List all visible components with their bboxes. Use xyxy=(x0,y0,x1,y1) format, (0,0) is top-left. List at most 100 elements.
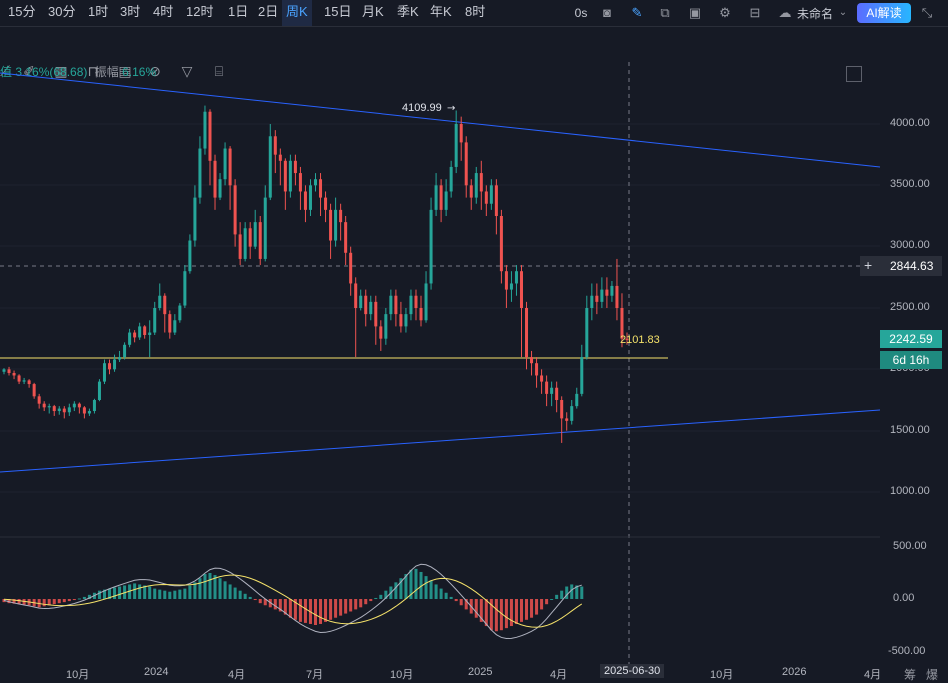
timeframe-tab[interactable]: 30分 xyxy=(48,0,75,26)
macd-bar xyxy=(504,599,508,629)
save-icon[interactable]: ▣ xyxy=(686,4,704,22)
crosshair-price-tag: + 2844.63 xyxy=(860,256,942,276)
timeframe-tab[interactable]: 2日 xyxy=(258,0,278,26)
candle-body xyxy=(128,332,132,345)
burst-icon[interactable]: 爆 xyxy=(926,666,938,683)
candle-body xyxy=(615,285,619,308)
macd-bar xyxy=(238,590,242,599)
candle-body xyxy=(293,160,297,174)
price-chart[interactable]: → xyxy=(0,58,948,668)
candle-body xyxy=(213,160,217,198)
layout-name[interactable]: 未命名 xyxy=(797,5,833,22)
candle-body xyxy=(530,357,534,364)
candle-body xyxy=(600,289,604,302)
timeframe-tab[interactable]: 季K xyxy=(397,0,419,26)
layout-icon[interactable]: ⊟ xyxy=(746,4,764,22)
candle-body xyxy=(102,363,106,382)
macd-bar xyxy=(253,599,257,601)
timeframe-tab[interactable]: 月K xyxy=(362,0,384,26)
candle-body xyxy=(479,173,483,192)
candle-body xyxy=(32,384,36,397)
candle-body xyxy=(384,314,388,339)
price-axis-label: 4000.00 xyxy=(890,117,930,129)
candle-body xyxy=(324,197,328,210)
macd-bar xyxy=(113,587,117,599)
timeframe-tab[interactable]: 8时 xyxy=(465,0,485,26)
timeframe-tab[interactable]: 1时 xyxy=(88,0,108,26)
candle-body xyxy=(283,160,287,192)
fullscreen-icon[interactable]: ⧉ xyxy=(656,4,674,22)
chip-icon[interactable]: 筹 xyxy=(904,666,916,683)
timeframe-tab[interactable]: 15日 xyxy=(324,0,351,26)
candle-body xyxy=(509,283,513,290)
macd-bar xyxy=(570,584,574,599)
macd-bar xyxy=(198,578,202,599)
macd-bar xyxy=(555,594,559,599)
cloud-icon[interactable]: ☁ xyxy=(776,4,794,22)
candle-body xyxy=(334,209,338,241)
macd-bar xyxy=(148,586,152,599)
pencil-icon[interactable]: ✎ xyxy=(628,4,646,22)
candle-body xyxy=(595,295,599,302)
candle-body xyxy=(404,314,408,327)
ai-interpret-button[interactable]: AI解读 xyxy=(857,3,911,23)
macd-bar xyxy=(434,584,438,599)
chevron-down-icon[interactable]: ⌄ xyxy=(834,4,852,22)
candle-body xyxy=(444,191,448,210)
macd-bar xyxy=(42,599,46,607)
expand-icon[interactable]: ⤡ xyxy=(918,4,936,22)
macd-bar xyxy=(67,599,71,602)
candle-body xyxy=(158,295,162,308)
candle-body xyxy=(454,124,458,167)
timeframe-tab[interactable]: 15分 xyxy=(8,0,35,26)
time-axis-label: 2026 xyxy=(782,666,807,678)
timeframe-tab[interactable]: 1日 xyxy=(228,0,248,26)
macd-bar xyxy=(364,599,368,605)
timeframe-tab[interactable]: 3时 xyxy=(120,0,140,26)
candle-body xyxy=(555,387,559,400)
macd-axis-label: -500.00 xyxy=(888,645,926,657)
candle-body xyxy=(12,373,16,376)
candle-body xyxy=(203,111,207,149)
candle-body xyxy=(37,396,41,404)
macd-bar xyxy=(474,599,478,618)
candle-body xyxy=(469,185,473,198)
macd-bar xyxy=(62,599,66,603)
time-axis-label: 7月 xyxy=(306,669,324,681)
macd-bar xyxy=(354,599,358,610)
macd-bar xyxy=(334,599,338,618)
macd-bar xyxy=(273,599,277,610)
candle-body xyxy=(525,308,529,358)
candle-body xyxy=(118,357,122,360)
candle-body xyxy=(409,295,413,315)
plus-icon[interactable]: + xyxy=(864,257,872,273)
candle-body xyxy=(263,197,267,259)
candle-body xyxy=(354,283,358,308)
candle-body xyxy=(273,136,277,155)
candle-body xyxy=(545,381,549,394)
candle-body xyxy=(504,271,508,290)
timeframe-tab[interactable]: 12时 xyxy=(186,0,213,26)
timeframe-tab[interactable]: 年K xyxy=(430,0,452,26)
macd-bar xyxy=(525,599,529,620)
candle-body xyxy=(67,407,71,413)
candle-body xyxy=(193,197,197,241)
candle-body xyxy=(494,185,498,216)
candle-body xyxy=(173,320,177,333)
timeframe-tab[interactable]: 周K xyxy=(282,0,312,26)
macd-bar xyxy=(168,591,172,599)
candle-body xyxy=(143,326,147,335)
candle-body xyxy=(349,252,353,284)
macd-bar xyxy=(178,589,182,599)
candle-body xyxy=(168,314,172,333)
macd-bar xyxy=(52,599,56,605)
macd-bar xyxy=(153,588,157,599)
candle-body xyxy=(123,344,127,358)
timeframe-tab[interactable]: 4时 xyxy=(153,0,173,26)
candle-body xyxy=(62,408,66,413)
settings-icon[interactable]: ⚙ xyxy=(716,4,734,22)
camera-icon[interactable]: ◙ xyxy=(598,4,616,22)
candle-body xyxy=(243,228,247,259)
candle-body xyxy=(308,185,312,210)
candle-body xyxy=(233,185,237,235)
